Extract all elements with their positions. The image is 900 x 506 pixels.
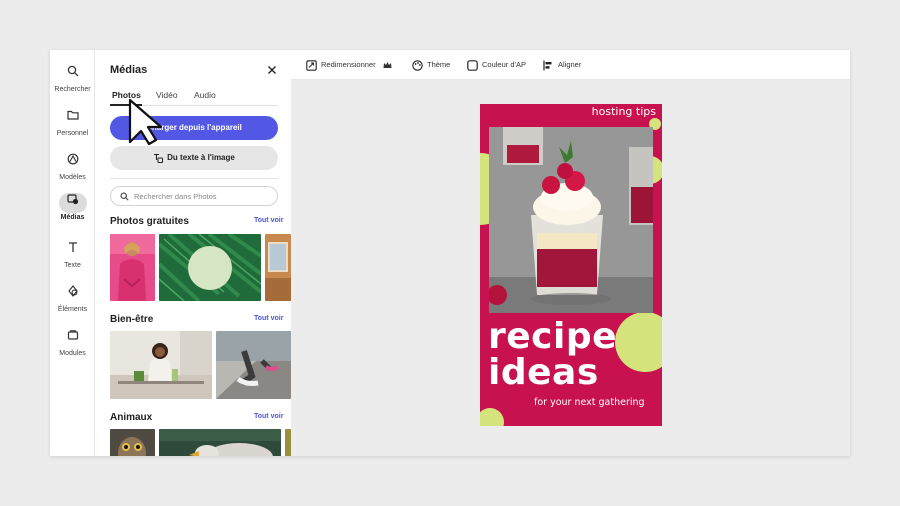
rail-label: Modèles xyxy=(59,174,86,181)
rail-label: Modules xyxy=(59,350,86,357)
media-panel: Médias Photos Vidéo Audio Charger depuis… xyxy=(96,50,291,456)
photo-thumbnail[interactable] xyxy=(159,429,281,456)
active-tab-indicator xyxy=(110,104,142,106)
divider xyxy=(110,178,278,179)
rail-item-modules[interactable]: Modules xyxy=(50,326,95,357)
rail-label: Texte xyxy=(64,262,81,269)
poster-headline-line1: recipe xyxy=(488,316,618,357)
align-left-icon xyxy=(543,60,552,71)
see-all-free-photos[interactable]: Tout voir xyxy=(254,217,283,224)
rail-item-text[interactable]: Texte xyxy=(50,238,95,269)
poster-tag: hosting tips xyxy=(591,105,656,118)
photo-search xyxy=(110,186,278,206)
resize-button[interactable]: Redimensionner xyxy=(306,58,396,72)
background-color-label: Couleur d'AP xyxy=(482,60,526,69)
rail-item-media[interactable]: Médias xyxy=(50,190,95,221)
theme-label: Thème xyxy=(427,60,451,69)
tab-photos[interactable]: Photos xyxy=(112,90,141,100)
photo-thumbnail[interactable] xyxy=(265,234,291,301)
upload-from-device-button[interactable]: Charger depuis l'appareil xyxy=(110,116,278,140)
photo-thumbnail[interactable] xyxy=(110,234,155,301)
templates-icon xyxy=(59,153,87,173)
rail-label: Personnel xyxy=(56,130,89,137)
dessert-photo[interactable] xyxy=(489,127,653,313)
section-title-animals: Animaux xyxy=(110,412,153,423)
design-canvas[interactable]: hosting tips recipe ideas for your next … xyxy=(291,80,850,456)
photo-thumbnail[interactable] xyxy=(110,429,155,456)
rail-label: Éléments xyxy=(57,306,88,313)
align-button[interactable]: Aligner xyxy=(543,58,581,72)
close-icon[interactable] xyxy=(266,63,278,75)
align-label: Aligner xyxy=(558,60,582,69)
search-icon xyxy=(120,192,129,201)
resize-label: Redimensionner xyxy=(321,60,376,69)
palette-icon xyxy=(412,59,423,71)
theme-button[interactable]: Thème xyxy=(412,58,450,72)
poster-subline: for your next gathering xyxy=(534,397,645,408)
search-icon xyxy=(59,65,87,85)
section-title-free-photos: Photos gratuites xyxy=(110,216,189,227)
background-color-button[interactable]: Couleur d'AP xyxy=(467,58,526,72)
photo-thumbnail[interactable] xyxy=(216,331,291,399)
shapes-icon xyxy=(59,285,87,305)
rail-label: Rechercher xyxy=(54,86,91,93)
rail-item-elements[interactable]: Éléments xyxy=(50,282,95,313)
resize-icon xyxy=(306,59,317,71)
see-all-animals[interactable]: Tout voir xyxy=(254,413,283,420)
panel-title: Médias xyxy=(110,64,148,76)
rail-item-templates[interactable]: Modèles xyxy=(50,150,95,181)
left-rail: Rechercher Personnel Modèles Médias Text… xyxy=(50,50,95,456)
crown-icon xyxy=(383,62,392,69)
search-input[interactable] xyxy=(134,189,272,203)
folder-icon xyxy=(59,109,87,129)
tab-video[interactable]: Vidéo xyxy=(156,90,178,100)
text-to-image-icon xyxy=(154,153,164,163)
top-toolbar: Redimensionner Thème Couleur d'AP Aligne… xyxy=(291,50,850,80)
modules-icon xyxy=(59,329,87,349)
media-icon xyxy=(58,193,87,213)
photo-thumbnail[interactable] xyxy=(159,234,261,301)
section-title-wellness: Bien-être xyxy=(110,314,154,325)
color-swatch-icon xyxy=(467,59,478,71)
text-icon xyxy=(59,241,87,261)
poster-design[interactable]: hosting tips recipe ideas for your next … xyxy=(480,104,662,426)
rail-label: Médias xyxy=(60,214,85,221)
tab-audio[interactable]: Audio xyxy=(194,90,216,100)
see-all-wellness[interactable]: Tout voir xyxy=(254,315,283,322)
rail-item-search[interactable]: Rechercher xyxy=(50,62,95,93)
photo-thumbnail[interactable] xyxy=(110,331,212,399)
poster-headline-line2: ideas xyxy=(488,352,599,393)
text-to-image-label: Du texte à l'image xyxy=(167,153,235,162)
text-to-image-button[interactable]: Du texte à l'image xyxy=(110,146,278,170)
rail-item-personal[interactable]: Personnel xyxy=(50,106,95,137)
media-tabs: Photos Vidéo Audio xyxy=(110,90,278,106)
app-window: Rechercher Personnel Modèles Médias Text… xyxy=(50,50,850,456)
